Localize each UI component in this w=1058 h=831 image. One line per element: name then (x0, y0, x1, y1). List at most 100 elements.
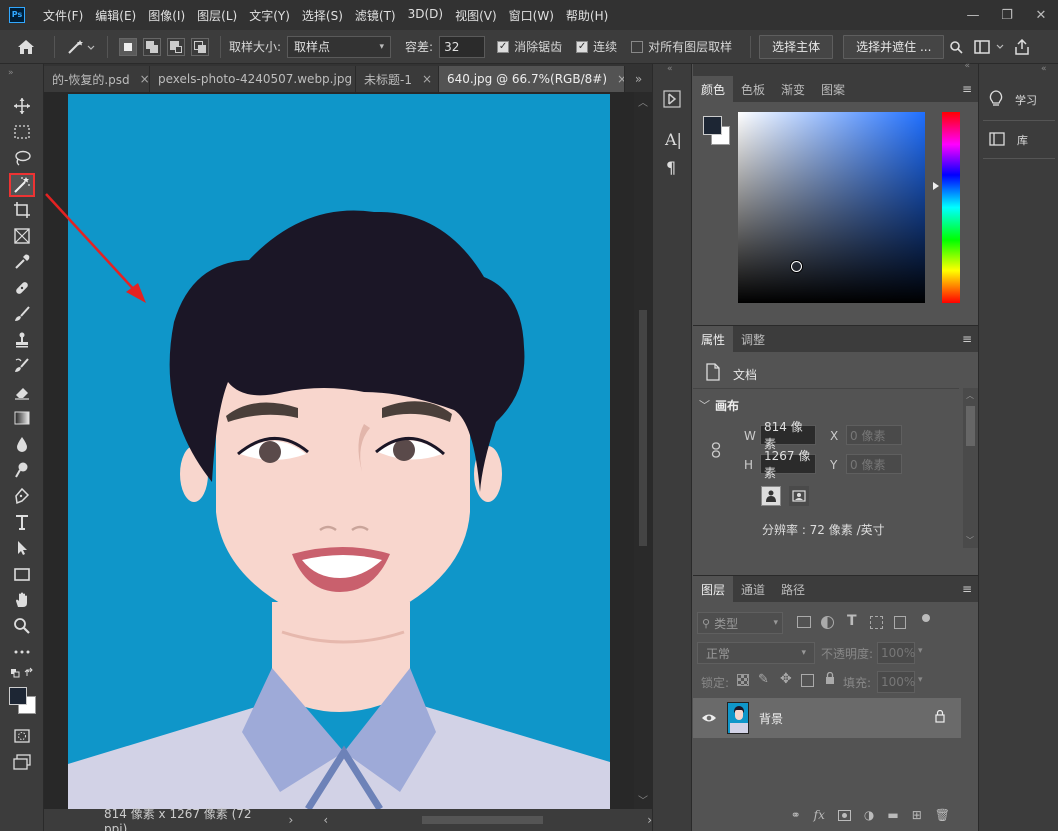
gradient-tool-icon[interactable] (9, 406, 35, 430)
chevron-down-icon[interactable]: ▾ (918, 646, 923, 656)
eraser-tool-icon[interactable] (9, 380, 35, 404)
link-icon[interactable] (711, 442, 721, 461)
properties-scrollbar[interactable]: ︿ ﹀ (963, 388, 978, 548)
pen-tool-icon[interactable] (9, 484, 35, 508)
menu-image[interactable]: 图像(I) (142, 7, 191, 24)
new-layer-icon[interactable]: ⊞ (912, 808, 922, 822)
menu-edit[interactable]: 编辑(E) (89, 7, 142, 24)
vertical-scrollbar[interactable]: ︿ ﹀ (634, 92, 652, 809)
tolerance-input[interactable]: 32 (439, 35, 486, 58)
magic-wand-preset-icon[interactable] (63, 39, 99, 55)
color-swatches[interactable] (8, 686, 38, 716)
type-tool-icon[interactable] (9, 510, 35, 534)
status-arrow-icon[interactable]: › (289, 813, 294, 827)
fx-icon[interactable]: fx (814, 808, 825, 822)
add-mask-icon[interactable] (837, 809, 851, 821)
lock-artboard-icon[interactable] (801, 674, 814, 687)
lock-image-icon[interactable]: ✎ (758, 672, 769, 687)
scroll-up-icon[interactable]: ︿ (966, 390, 974, 401)
search-icon[interactable] (946, 40, 966, 54)
panel-menu-icon[interactable]: ≡ (962, 82, 972, 96)
canvas-area[interactable]: ︿ ﹀ (44, 92, 652, 809)
chevron-down-icon[interactable]: ﹀ (699, 397, 710, 413)
frame-tool-icon[interactable] (9, 224, 35, 248)
restore-button[interactable]: ❐ (990, 8, 1024, 23)
tab-gradients[interactable]: 渐变 (773, 76, 813, 102)
zoom-tool-icon[interactable] (9, 614, 35, 638)
tab-layers[interactable]: 图层 (693, 576, 734, 602)
share-icon[interactable] (1010, 38, 1034, 55)
lasso-tool-icon[interactable] (9, 146, 35, 170)
dodge-tool-icon[interactable] (9, 458, 35, 482)
subtract-selection-button[interactable] (167, 37, 185, 56)
minimize-button[interactable]: — (956, 8, 990, 23)
home-icon[interactable] (6, 39, 46, 55)
landscape-orientation-button[interactable] (789, 486, 809, 506)
history-panel-icon[interactable] (663, 90, 681, 111)
sample-all-layers-checkbox[interactable]: ✓ 对所有图层取样 (631, 38, 732, 55)
brush-tool-icon[interactable] (9, 302, 35, 326)
foreground-color-swatch[interactable] (703, 116, 722, 135)
fill-input[interactable]: 100% (877, 671, 915, 693)
x-input[interactable]: 0 像素 (846, 425, 902, 445)
lock-transparent-icon[interactable] (737, 674, 749, 686)
opacity-input[interactable]: 100% (877, 642, 915, 664)
new-adjustment-layer-icon[interactable]: ◑ (864, 808, 874, 822)
magic-wand-tool-icon[interactable] (9, 173, 35, 197)
doc-tab-pexels-photo[interactable]: pexels-photo-4240507.webp.jpg× (150, 66, 356, 92)
scroll-left-icon[interactable]: ‹ (323, 813, 328, 827)
blur-tool-icon[interactable] (9, 432, 35, 456)
layer-filter-dropdown[interactable]: ⚲ 类型 ▾ (697, 612, 783, 634)
move-tool-icon[interactable] (9, 94, 35, 118)
close-icon[interactable]: × (422, 72, 432, 86)
select-subject-button[interactable]: 选择主体 (759, 34, 834, 59)
healing-brush-tool-icon[interactable] (9, 276, 35, 300)
hue-slider-handle[interactable] (933, 182, 939, 190)
tab-adjustments[interactable]: 调整 (733, 326, 773, 352)
new-group-icon[interactable]: ▬ (887, 808, 898, 822)
paragraph-panel-icon[interactable]: ¶ (666, 158, 676, 177)
collapse-icon[interactable]: » (8, 68, 14, 78)
collapse-icon[interactable]: « (667, 64, 673, 74)
tab-swatches[interactable]: 色板 (733, 76, 773, 102)
menu-view[interactable]: 视图(V) (449, 7, 503, 24)
horizontal-scrollbar-thumb[interactable] (422, 816, 544, 824)
libraries-panel-button[interactable]: 库 (979, 124, 1058, 156)
scrollbar-thumb[interactable] (639, 310, 647, 546)
history-brush-tool-icon[interactable] (9, 354, 35, 378)
collapse-icon[interactable]: « (1041, 64, 1047, 74)
scrollbar-thumb[interactable] (966, 406, 975, 446)
tab-channels[interactable]: 通道 (733, 576, 773, 602)
color-picker-cursor[interactable] (791, 261, 802, 272)
close-icon[interactable]: × (617, 72, 624, 86)
link-layers-icon[interactable]: ⚭ (791, 808, 801, 822)
quick-mask-icon[interactable] (9, 724, 35, 748)
layer-row[interactable]: 背景 (693, 698, 961, 738)
portrait-orientation-button[interactable] (761, 486, 781, 506)
blend-mode-dropdown[interactable]: 正常 ▾ (697, 642, 815, 664)
chevron-down-icon[interactable]: ▾ (918, 675, 923, 685)
doc-tab-640-jpg[interactable]: 640.jpg @ 66.7%(RGB/8#) × (439, 66, 625, 92)
tab-color[interactable]: 颜色 (693, 76, 734, 102)
delete-layer-icon[interactable]: 🗑 (935, 808, 950, 822)
filter-shape-icon[interactable] (870, 616, 883, 629)
collapse-icon[interactable]: « (964, 61, 970, 71)
menu-filter[interactable]: 滤镜(T) (349, 7, 402, 24)
width-input[interactable]: 814 像素 (760, 420, 816, 451)
tab-properties[interactable]: 属性 (693, 326, 734, 352)
filter-pixel-icon[interactable] (797, 616, 811, 628)
filter-adjustment-icon[interactable] (821, 616, 834, 629)
menu-layer[interactable]: 图层(L) (191, 7, 243, 24)
filter-toggle-icon[interactable] (922, 614, 930, 622)
marquee-tool-icon[interactable] (9, 120, 35, 144)
lock-all-icon[interactable] (825, 671, 835, 688)
eye-icon[interactable] (701, 713, 717, 723)
new-selection-button[interactable] (119, 37, 137, 56)
doc-tab-recovered-psd[interactable]: 的-恢复的.psd × (44, 66, 150, 92)
hue-slider[interactable] (942, 112, 960, 303)
clone-stamp-tool-icon[interactable] (9, 328, 35, 352)
contiguous-checkbox[interactable]: ✓ 连续 (576, 38, 617, 55)
default-colors-icon[interactable] (9, 666, 35, 680)
add-selection-button[interactable] (143, 37, 161, 56)
scroll-up-icon[interactable]: ︿ (638, 94, 648, 109)
